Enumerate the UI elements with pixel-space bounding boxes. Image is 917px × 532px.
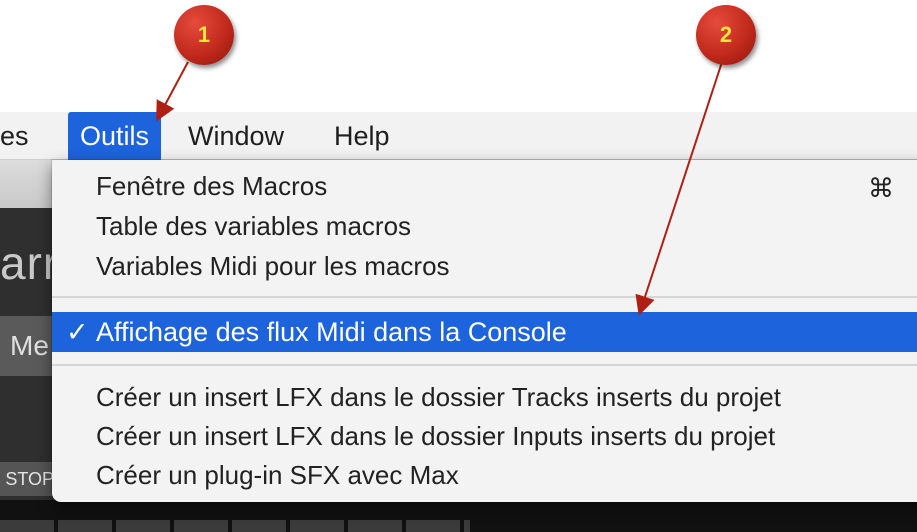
menu-item-affichage-flux-midi-label: Affichage des flux Midi dans la Console [96,317,567,347]
menu-bar: es Outils Window Help [0,112,917,160]
command-key-icon: ⌘ [868,173,894,203]
background-bottom-cells [0,520,470,532]
menu-item-affichage-flux-midi[interactable]: ✓ Affichage des flux Midi dans la Consol… [52,312,917,352]
menu-item-creer-insert-tracks[interactable]: Créer un insert LFX dans le dossier Trac… [96,378,781,416]
menu-item-creer-insert-inputs[interactable]: Créer un insert LFX dans le dossier Inpu… [96,417,775,455]
arrow-1 [156,61,189,122]
annotation-badge-1: 1 [174,5,234,65]
menu-title-es[interactable]: es [0,112,33,160]
annotation-badge-2: 2 [696,5,756,65]
menu-separator [52,364,917,366]
background-title-text: arr [0,237,60,289]
menu-title-help[interactable]: Help [334,112,390,160]
menu-item-table-des-variables-macros[interactable]: Table des variables macros [96,207,411,245]
stop-button[interactable]: STOP [0,462,56,496]
background-button-label: Me [10,330,49,361]
outils-dropdown-menu: Fenêtre des Macros Table des variables m… [52,160,917,502]
menu-title-window[interactable]: Window [188,112,284,160]
checkmark-icon: ✓ [66,317,89,347]
menu-item-variables-midi[interactable]: Variables Midi pour les macros [96,247,450,285]
menu-item-creer-plugin-sfx[interactable]: Créer un plug-in SFX avec Max [96,456,459,494]
menu-item-fenetre-des-macros[interactable]: Fenêtre des Macros [96,167,327,205]
menu-title-outils[interactable]: Outils [68,112,162,160]
menu-separator [52,296,917,298]
